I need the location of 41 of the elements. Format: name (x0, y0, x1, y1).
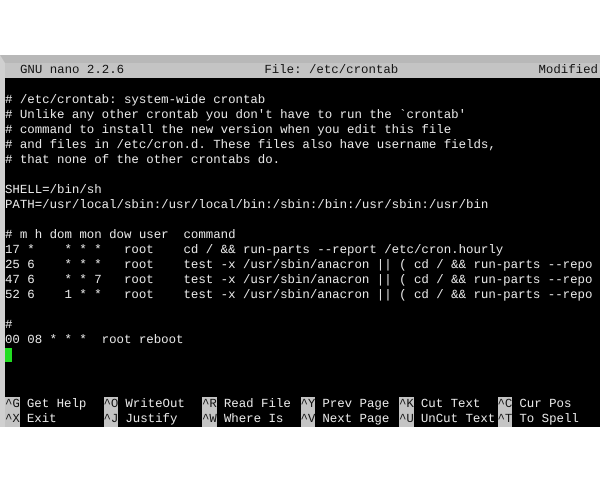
shortcut-label: WriteOut (125, 397, 185, 412)
shortcut-label: Where Is (224, 412, 284, 427)
shortcut-label: Next Page (322, 412, 390, 427)
shortcut-key[interactable]: ^J (104, 412, 118, 427)
shortcut-key[interactable]: ^U (399, 412, 414, 427)
file-line: # that none of the other crontabs do. (5, 153, 280, 167)
file-line: # command to install the new version when you edit this file (5, 123, 452, 137)
file-line: 47 6 * * 7 root test -x /usr/sbin/anacron || ( cd / && run-parts --repo (5, 273, 592, 287)
file-line: SHELL=/bin/sh (5, 183, 102, 197)
shortcut-label: Prev Page (322, 397, 390, 412)
file-line: # and files in /etc/cron.d. These files also have username fields, (5, 138, 496, 152)
shortcut-key[interactable]: ^O (104, 397, 118, 412)
shortcut-label: Cur Pos (519, 397, 572, 412)
file-line: 25 6 * * * root test -x /usr/sbin/anacron || ( cd / && run-parts --repo (5, 258, 592, 272)
file-line: # Unlike any other crontab you don't have to run the `crontab' (5, 108, 466, 122)
shortcut-key[interactable]: ^X (5, 412, 20, 427)
shortcut-label: Justify (125, 412, 178, 427)
file-line: # (5, 318, 12, 332)
shortcut-label: To Spell (519, 412, 579, 427)
shortcut-key[interactable]: ^G (5, 397, 20, 412)
file-line: PATH=/usr/local/sbin:/usr/local/bin:/sbin:/bin:/usr/sbin:/usr/bin (5, 198, 488, 212)
shortcut-label: UnCut Text (420, 412, 496, 427)
file-name: File: /etc/crontab (264, 63, 398, 78)
shortcut-label: Exit (26, 412, 57, 427)
file-line: # /etc/crontab: system-wide crontab (5, 93, 266, 107)
editor-title: GNU nano 2.2.6 (20, 63, 124, 78)
shortcut-label: Read File (224, 397, 291, 412)
modified-status: Modified (538, 63, 598, 78)
file-line: 00 08 * * * root reboot (5, 333, 184, 347)
shortcut-key[interactable]: ^R (202, 397, 217, 412)
shortcut-label: Get Help (26, 397, 86, 412)
shortcut-key[interactable]: ^Y (300, 397, 316, 412)
text-cursor (5, 348, 12, 362)
shortcut-key[interactable]: ^T (498, 412, 512, 427)
file-line: # m h dom mon dow user command (5, 228, 236, 242)
shortcut-key[interactable]: ^C (498, 397, 512, 412)
shortcut-label: Cut Text (420, 397, 480, 412)
shortcut-key[interactable]: ^W (202, 412, 217, 427)
shortcut-key[interactable]: ^K (399, 397, 414, 412)
file-line: 52 6 1 * * root test -x /usr/sbin/anacron || ( cd / && run-parts --repo (5, 288, 592, 302)
file-line: 17 * * * * root cd / && run-parts --report /etc/cron.hourly (5, 243, 504, 257)
